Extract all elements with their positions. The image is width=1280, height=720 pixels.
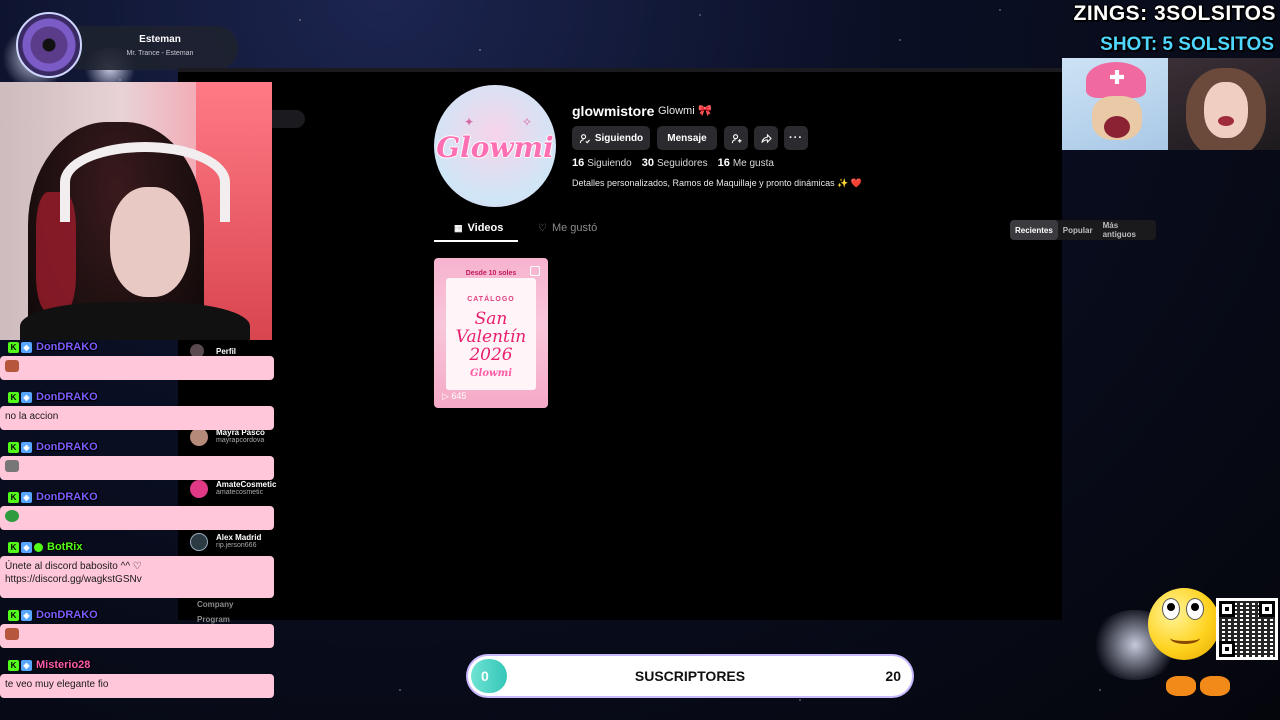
message-button-label: Mensaje — [667, 132, 707, 144]
profile-bio: Detalles personalizados, Ramos de Maquil… — [572, 178, 863, 188]
bow-icon: 🎀 — [698, 105, 712, 117]
emote-icon — [5, 510, 19, 522]
tiktok-profile-page — [178, 72, 1062, 620]
kick-icon: K — [8, 441, 19, 453]
emote-icon — [5, 460, 19, 472]
sparkle-icon: ✧ — [522, 115, 533, 129]
video-catalog-label: CATÁLOGO — [467, 296, 515, 303]
profile-nickname: Glowmi — [658, 105, 695, 117]
zings-label: ZINGS: 3SOLSITOS — [1073, 2, 1276, 25]
active-tab-indicator — [434, 240, 518, 242]
tab-liked[interactable]: ♡ Me gustó — [538, 222, 597, 234]
sparkle-icon: ✦ — [464, 115, 475, 129]
reaction-cam-thumbnail — [1168, 58, 1280, 150]
subscriber-goal: 20 — [885, 668, 901, 684]
headphones-icon — [60, 142, 230, 222]
avatar-logo: Glowmi — [436, 131, 554, 164]
sort-oldest[interactable]: Más antiguos — [1098, 220, 1156, 240]
kick-icon: K — [8, 541, 19, 553]
sort-toggle: Recientes Popular Más antiguos — [1010, 220, 1156, 240]
message-button[interactable]: Mensaje — [657, 126, 717, 150]
chat-username: BotRix — [47, 541, 83, 553]
chat-bubble — [0, 624, 274, 648]
chat-username: DonDRAKO — [36, 491, 98, 503]
share-button[interactable] — [754, 126, 778, 150]
profile-avatar[interactable]: ✦ ✧ Glowmi — [434, 85, 556, 207]
video-view-count: ▷ 645 — [442, 391, 467, 401]
vinyl-disc-icon — [16, 12, 82, 78]
badge-icon: ◈ — [21, 341, 32, 353]
heart-outline-icon: ♡ — [538, 222, 547, 234]
kick-icon: K — [8, 391, 19, 403]
song-artist: Mr. Trance - Esteman — [126, 50, 194, 57]
chat-text: te veo muy elegante fio — [0, 674, 274, 698]
badge-icon: ◈ — [21, 659, 32, 671]
streamer-webcam — [0, 82, 272, 340]
followers-count[interactable]: 30 Seguidores — [642, 157, 708, 169]
video-thumbnail[interactable]: Desde 10 soles CATÁLOGO San Valentín 202… — [434, 258, 548, 408]
chat-bubble — [0, 356, 274, 380]
shot-label: SHOT: 5 SOLSITOS — [1100, 34, 1274, 55]
video-brand: Glowmi — [470, 368, 512, 379]
now-playing-card — [60, 26, 238, 70]
chat-username: DonDRAKO — [36, 341, 98, 353]
verified-icon — [34, 542, 43, 552]
share-icon — [760, 133, 772, 143]
likes-count: 16 Me gusta — [717, 157, 774, 169]
badge-icon: ◈ — [21, 541, 32, 553]
now-playing-widget: Esteman Mr. Trance - Esteman — [0, 8, 240, 88]
badge-icon: ◈ — [21, 391, 32, 403]
pinned-icon — [530, 266, 540, 276]
chat-username: DonDRAKO — [36, 441, 98, 453]
emoji-mascot — [1148, 588, 1220, 660]
ellipsis-icon: ··· — [789, 132, 803, 144]
video-title: San Valentín 2026 — [455, 309, 527, 365]
add-user-icon — [731, 133, 742, 143]
user-check-icon — [579, 133, 590, 143]
chat-bubble — [0, 506, 274, 530]
following-count[interactable]: 16 Siguiendo — [572, 157, 632, 169]
anime-character-thumbnail — [1062, 58, 1168, 150]
mascot-foot — [1200, 676, 1230, 696]
badge-icon: ◈ — [21, 441, 32, 453]
sort-popular[interactable]: Popular — [1058, 220, 1098, 240]
following-button-label: Siguiendo — [594, 132, 644, 144]
tab-liked-label: Me gustó — [551, 222, 598, 234]
more-options-button[interactable]: ··· — [784, 126, 808, 150]
emote-icon — [5, 628, 19, 640]
chat-bubble — [0, 456, 274, 480]
chat-text: Únete al discord babosito ^^ ♡ https://d… — [0, 556, 274, 598]
subscriber-label: SUSCRIPTORES — [634, 668, 746, 684]
following-button[interactable]: Siguiendo — [572, 126, 650, 150]
chat-username: Misterio28 — [36, 659, 91, 671]
song-title: Esteman — [139, 34, 181, 45]
kick-icon: K — [8, 609, 19, 621]
play-icon: ▷ — [442, 391, 452, 401]
kick-icon: K — [8, 659, 19, 671]
mascot-foot — [1166, 676, 1196, 696]
profile-stats: 16 Siguiendo 30 Seguidores 16 Me gusta — [572, 157, 774, 169]
kick-icon: K — [8, 491, 19, 503]
chat-text: no la accion — [0, 406, 274, 430]
chat-overlay: K ◈ DonDRAKO K ◈ DonDRAKO no la accion K ◈ Don… — [0, 340, 276, 720]
profile-username: glowmistore — [572, 103, 655, 119]
add-friend-button[interactable] — [724, 126, 748, 150]
badge-icon: ◈ — [21, 609, 32, 621]
subscriber-goal-bar: 0 SUSCRIPTORES 20 — [468, 656, 912, 696]
badge-icon: ◈ — [21, 491, 32, 503]
qr-code[interactable] — [1216, 598, 1278, 660]
stream-overlay: Esteman Mr. Trance - Esteman ZINGS: 3SOL… — [0, 0, 1280, 720]
chat-username: DonDRAKO — [36, 609, 98, 621]
chat-username: DonDRAKO — [36, 391, 98, 403]
kick-icon: K — [8, 341, 19, 353]
emote-icon — [5, 360, 19, 372]
tab-videos[interactable]: ▦ Videos — [454, 222, 503, 234]
tab-videos-label: Videos — [467, 222, 504, 234]
grid-icon: ▦ — [454, 222, 463, 233]
sort-recent[interactable]: Recientes — [1010, 220, 1058, 240]
